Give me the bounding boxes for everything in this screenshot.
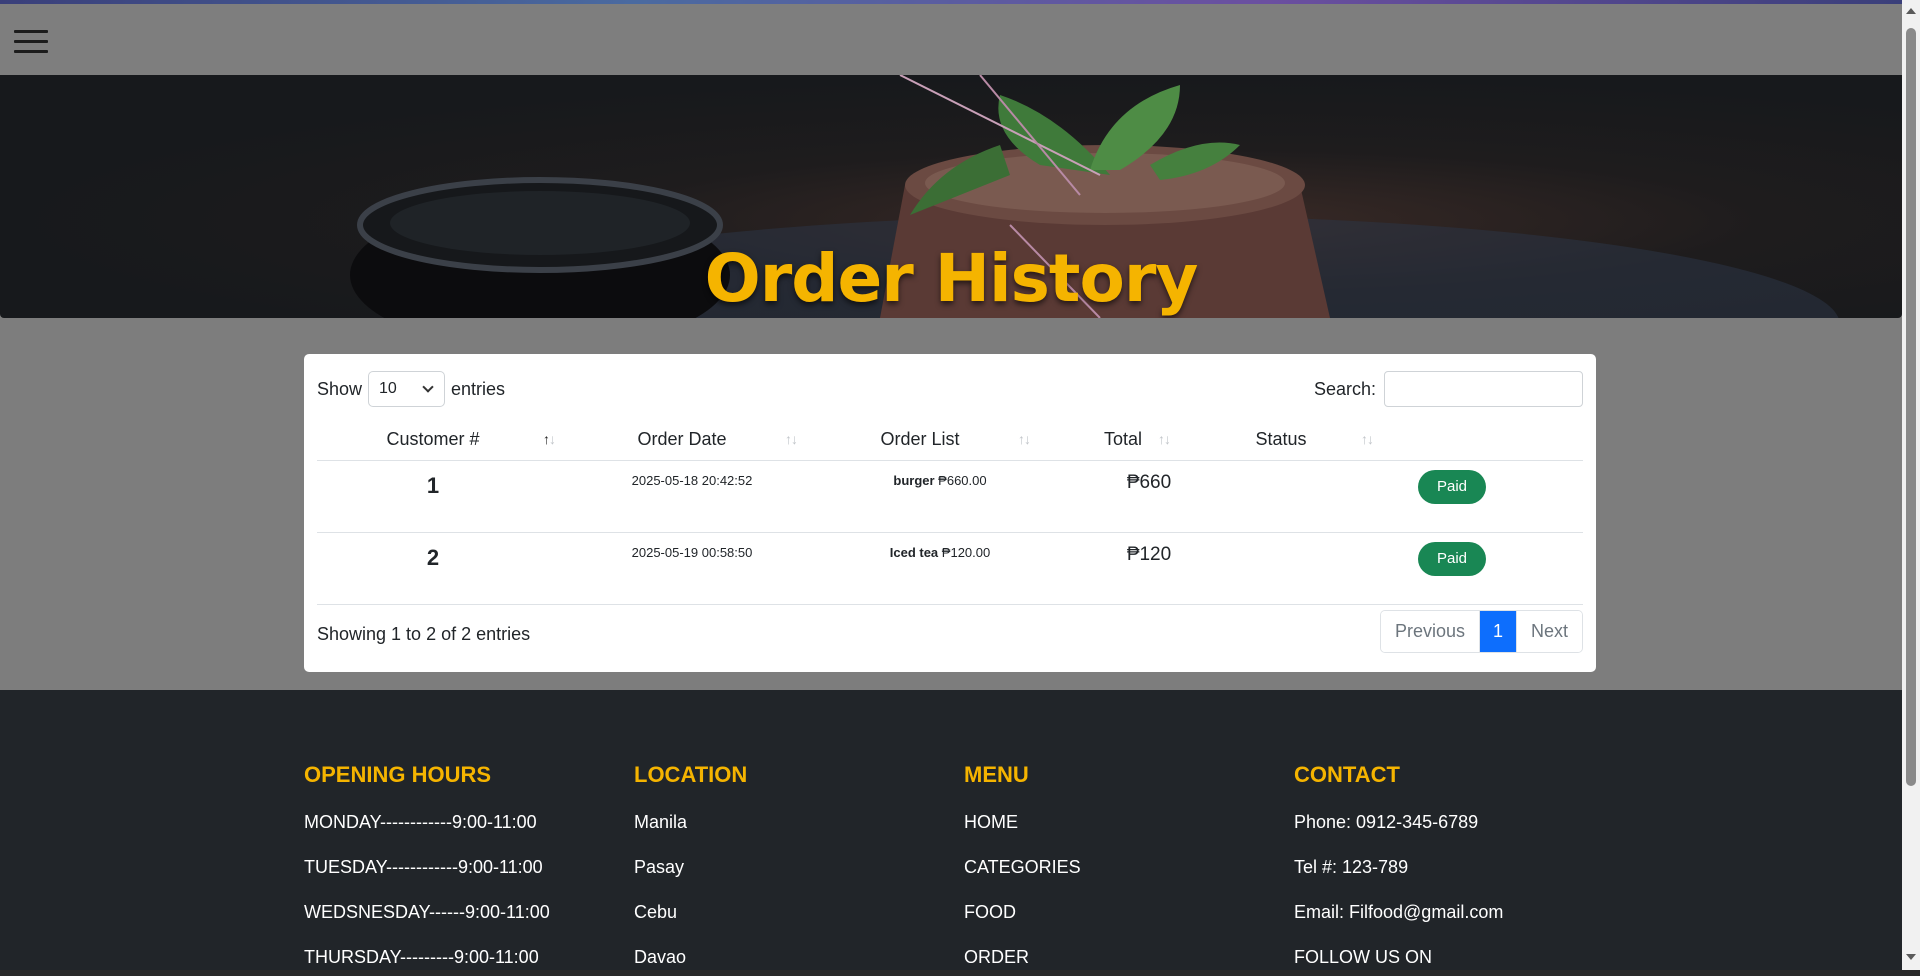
navbar <box>0 4 1902 75</box>
order-total: ₱660 <box>1126 472 1172 493</box>
footer-heading: LOCATION <box>634 762 748 787</box>
scrollbar-thumb[interactable] <box>1906 28 1916 786</box>
column-header-order-date[interactable]: Order Date <box>577 418 787 461</box>
column-header-total[interactable]: Total <box>1053 418 1193 461</box>
pagination: Previous 1 Next <box>1379 610 1583 653</box>
show-label: Show <box>317 378 363 399</box>
hours-item: TUESDAY------------9:00-11:00 <box>304 857 543 877</box>
footer-heading: OPENING HOURS <box>304 762 492 787</box>
table-search: Search: <box>1314 371 1583 407</box>
entries-label: entries <box>451 378 506 399</box>
footer-link-food[interactable]: FOOD <box>964 900 1081 945</box>
contact-phone: Phone: 0912-345-6789 <box>1294 812 1479 832</box>
footer-heading: CONTACT <box>1294 762 1400 787</box>
entries-select[interactable]: 10 <box>368 371 446 407</box>
footer-heading: MENU <box>964 762 1029 787</box>
scroll-up-icon[interactable] <box>1906 8 1916 14</box>
order-date: 2025-05-19 00:58:50 <box>631 545 753 560</box>
hero-banner: Order History <box>0 75 1902 318</box>
order-item-price: ₱120.00 <box>941 545 991 560</box>
status-badge: Paid <box>1418 470 1486 504</box>
footer-contact: CONTACT Phone: 0912-345-6789 Tel #: 123-… <box>1294 762 1503 970</box>
contact-email: Email: Filfood@gmail.com <box>1294 902 1504 922</box>
sort-arrows-icon[interactable]: ↑↓ <box>785 418 798 461</box>
customer-number: 1 <box>426 473 440 498</box>
footer-opening-hours: OPENING HOURS MONDAY------------9:00-11:… <box>304 762 550 970</box>
customer-number: 2 <box>426 545 440 570</box>
order-item-name: burger <box>893 473 935 488</box>
hours-item: WEDSNESDAY------9:00-11:00 <box>304 902 550 922</box>
order-total: ₱120 <box>1126 544 1172 565</box>
sort-arrows-icon[interactable]: ↑↓ <box>1018 418 1031 461</box>
footer-menu: MENU HOME CATEGORIES FOOD ORDER <box>964 762 1081 970</box>
table-info: Showing 1 to 2 of 2 entries <box>317 624 531 644</box>
location-item: Manila <box>634 812 688 832</box>
follow-us-label: FOLLOW US ON <box>1294 947 1433 967</box>
location-item: Davao <box>634 947 687 967</box>
chevron-down-icon <box>422 381 434 393</box>
window-bottom-edge <box>0 970 1920 976</box>
sort-arrows-icon[interactable]: ↑↓ <box>543 418 556 461</box>
orders-table-card: Show 10 entries Search: Customer # ↑↓ Or… <box>304 354 1596 672</box>
status-badge: Paid <box>1418 542 1486 576</box>
location-item: Cebu <box>634 902 678 922</box>
next-page-button[interactable]: Next <box>1515 611 1582 652</box>
previous-page-button[interactable]: Previous <box>1380 611 1479 652</box>
footer-link-categories[interactable]: CATEGORIES <box>964 855 1081 900</box>
footer-link-home[interactable]: HOME <box>964 810 1081 855</box>
order-list: burger ₱660.00 <box>820 473 1060 488</box>
hours-item: MONDAY------------9:00-11:00 <box>304 812 537 832</box>
search-input[interactable] <box>1384 371 1583 407</box>
entries-value: 10 <box>379 380 397 397</box>
hamburger-icon[interactable] <box>14 30 48 56</box>
table-row: 1 2025-05-18 20:42:52 burger ₱660.00 ₱66… <box>317 461 1583 533</box>
column-header-order-list[interactable]: Order List <box>820 418 1020 461</box>
footer: OPENING HOURS MONDAY------------9:00-11:… <box>0 690 1902 970</box>
contact-tel: Tel #: 123-789 <box>1294 857 1409 877</box>
order-item-name: Iced tea <box>889 545 939 560</box>
sort-arrows-icon[interactable]: ↑↓ <box>1158 418 1171 461</box>
entries-length-control: Show 10 entries <box>317 371 505 407</box>
page-title: Order History <box>704 240 1199 317</box>
location-item: Pasay <box>634 857 685 877</box>
sort-arrows-icon[interactable]: ↑↓ <box>1361 418 1374 461</box>
search-label: Search: <box>1313 378 1376 399</box>
page-1-button[interactable]: 1 <box>1478 611 1516 652</box>
table-row: 2 2025-05-19 00:58:50 Iced tea ₱120.00 ₱… <box>317 533 1583 605</box>
column-header-customer[interactable]: Customer # <box>317 418 549 461</box>
order-list: Iced tea ₱120.00 <box>820 545 1060 560</box>
table-header: Customer # ↑↓ Order Date ↑↓ Order List ↑… <box>317 418 1583 461</box>
order-item-price: ₱660.00 <box>938 473 987 488</box>
hours-item: THURSDAY---------9:00-11:00 <box>304 947 539 967</box>
order-date: 2025-05-18 20:42:52 <box>631 473 753 488</box>
column-header-status[interactable]: Status <box>1193 418 1369 461</box>
scroll-down-icon[interactable] <box>1906 954 1916 960</box>
footer-location: LOCATION Manila Pasay Cebu Davao <box>634 762 747 970</box>
footer-link-order[interactable]: ORDER <box>964 945 1081 970</box>
